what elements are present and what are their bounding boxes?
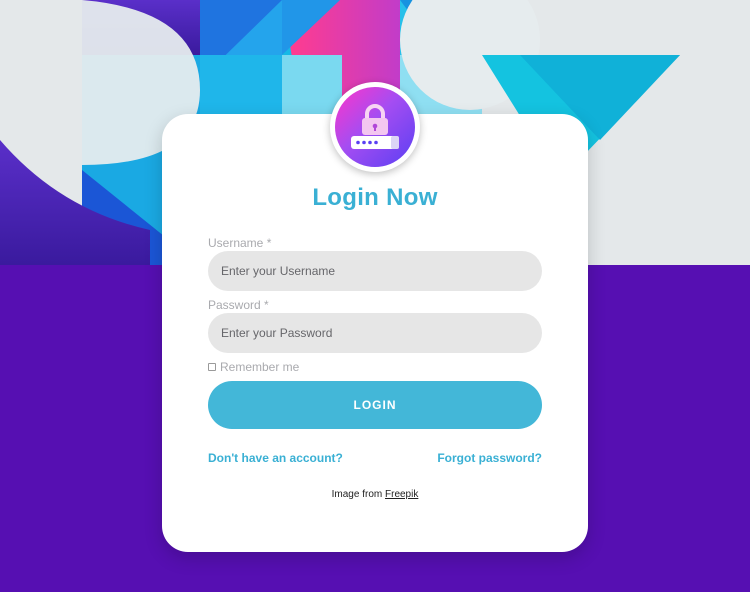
- page-title: Login Now: [312, 184, 438, 211]
- username-label: Username *: [208, 236, 272, 250]
- remember-me-checkbox[interactable]: [208, 363, 216, 371]
- image-credit-text: Image from: [331, 489, 383, 500]
- remember-me[interactable]: Remember me: [208, 360, 299, 374]
- image-credit: Image from Freepik: [162, 489, 588, 500]
- login-button[interactable]: LOGIN: [208, 381, 542, 429]
- password-input[interactable]: [208, 313, 542, 353]
- avatar-ring: [330, 82, 420, 172]
- freepik-link[interactable]: Freepik: [385, 489, 418, 500]
- password-label: Password *: [208, 298, 269, 312]
- avatar: [335, 87, 415, 167]
- lock-password-icon: [351, 104, 399, 149]
- remember-me-label: Remember me: [220, 360, 300, 374]
- signup-link[interactable]: Don't have an account?: [208, 451, 343, 465]
- username-input[interactable]: [208, 251, 542, 291]
- forgot-password-link[interactable]: Forgot password?: [437, 451, 542, 465]
